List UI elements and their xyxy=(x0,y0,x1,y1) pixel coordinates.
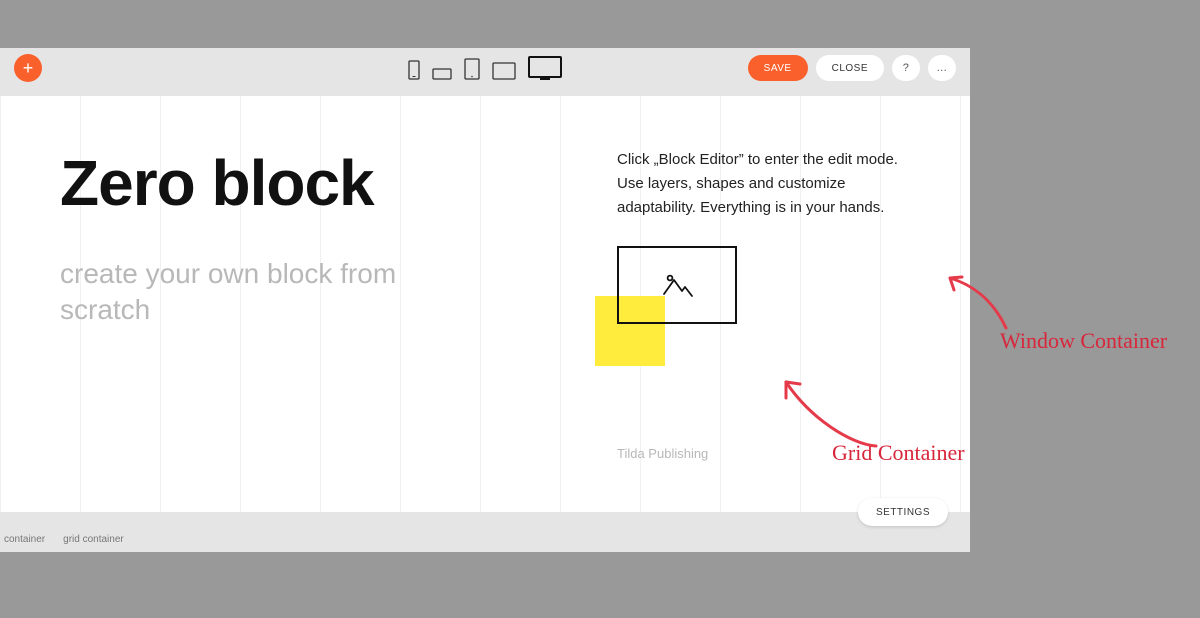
annotation-window-container: Window Container xyxy=(1000,328,1167,354)
image-icon xyxy=(660,272,694,298)
toolbar: + SAVE CLOSE ? … xyxy=(0,48,970,88)
device-switcher xyxy=(408,56,562,80)
close-button[interactable]: CLOSE xyxy=(816,55,884,81)
plus-icon: + xyxy=(23,58,34,79)
ellipsis-icon: … xyxy=(936,62,948,74)
settings-button[interactable]: SETTINGS xyxy=(858,498,948,526)
editor-stage: + SAVE CLOSE ? … Zero block create your … xyxy=(0,48,970,552)
phone-landscape-icon[interactable] xyxy=(432,68,452,80)
tab-container[interactable]: container xyxy=(4,534,45,545)
help-icon: ? xyxy=(903,62,910,74)
page-subtitle[interactable]: create your own block from scratch xyxy=(60,256,460,329)
more-button[interactable]: … xyxy=(928,55,956,81)
toolbar-right: SAVE CLOSE ? … xyxy=(748,55,956,81)
footer-tabs: container grid container xyxy=(0,526,970,552)
page-heading[interactable]: Zero block xyxy=(60,146,374,220)
tab-grid-container[interactable]: grid container xyxy=(63,534,124,545)
page-description[interactable]: Click „Block Editor” to enter the edit m… xyxy=(617,148,927,220)
sample-graphic[interactable] xyxy=(595,246,755,366)
canvas[interactable]: Zero block create your own block from sc… xyxy=(0,96,970,512)
save-button[interactable]: SAVE xyxy=(748,55,808,81)
annotation-grid-container: Grid Container xyxy=(832,440,965,466)
desktop-icon[interactable] xyxy=(528,56,562,80)
image-placeholder[interactable] xyxy=(617,246,737,324)
help-button[interactable]: ? xyxy=(892,55,920,81)
tablet-portrait-icon[interactable] xyxy=(464,58,480,80)
phone-portrait-icon[interactable] xyxy=(408,60,420,80)
add-button[interactable]: + xyxy=(14,54,42,82)
tablet-landscape-icon[interactable] xyxy=(492,62,516,80)
credit-text[interactable]: Tilda Publishing xyxy=(617,446,708,461)
